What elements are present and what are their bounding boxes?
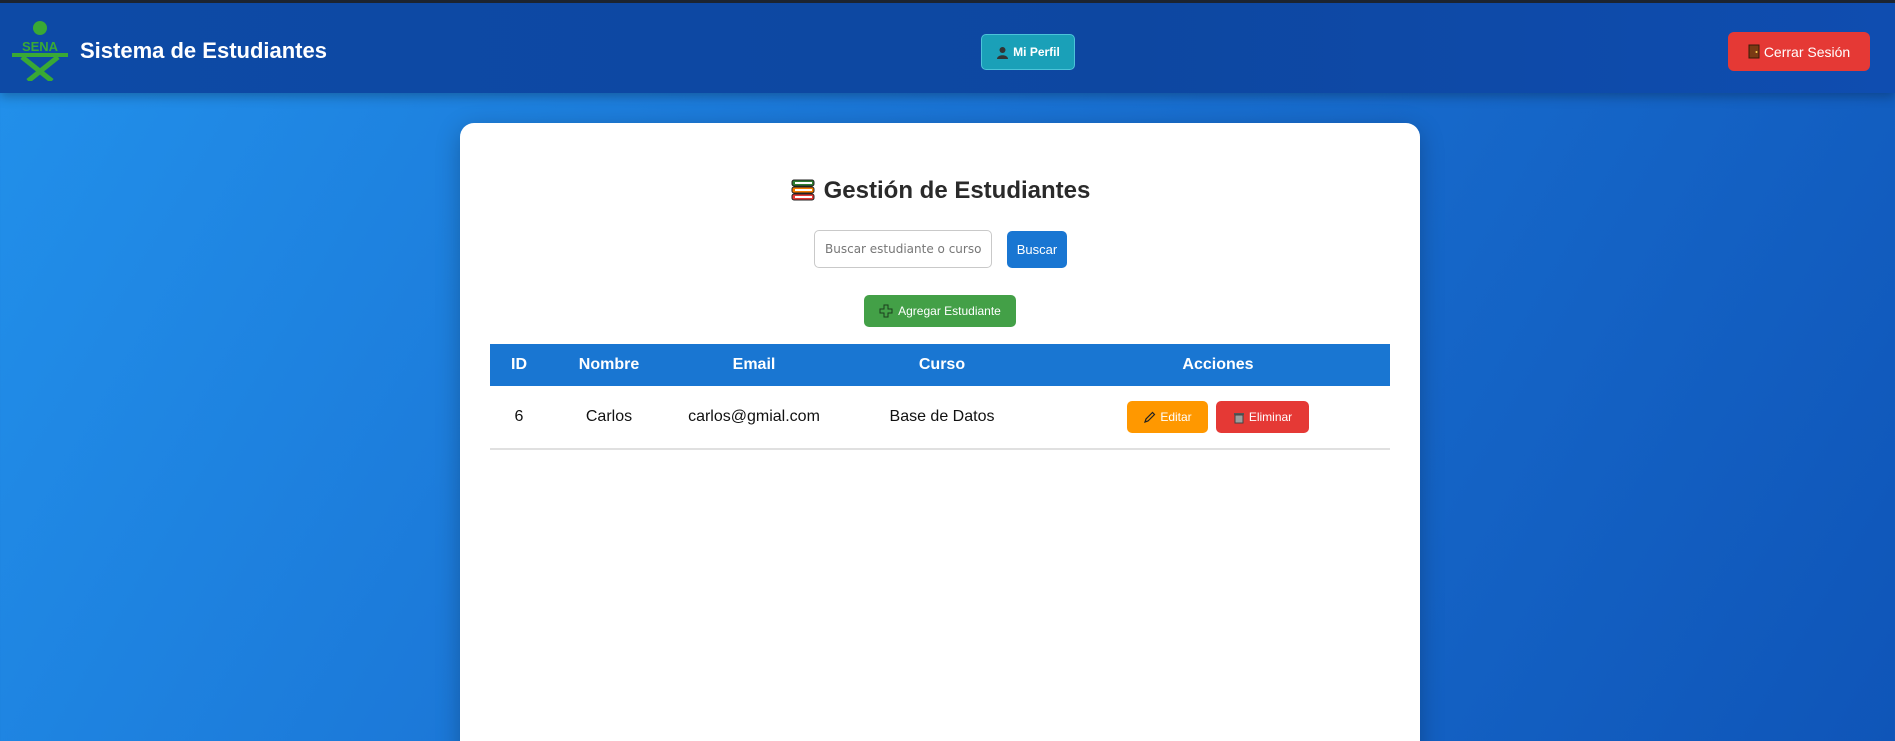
table-header-row: ID Nombre Email Curso Acciones bbox=[490, 344, 1390, 386]
search-input[interactable] bbox=[814, 230, 992, 268]
books-icon bbox=[791, 179, 815, 201]
edit-label: Editar bbox=[1160, 410, 1192, 424]
my-profile-label: Mi Perfil bbox=[1013, 45, 1060, 59]
add-student-label: Agregar Estudiante bbox=[898, 304, 1001, 318]
top-navbar: SENA Sistema de Estudiantes Mi Perfil Ce… bbox=[0, 0, 1895, 93]
cell-nombre: Carlos bbox=[585, 408, 633, 425]
my-profile-button[interactable]: Mi Perfil bbox=[981, 34, 1075, 70]
edit-button[interactable]: Editar bbox=[1127, 401, 1208, 433]
trash-icon bbox=[1233, 412, 1244, 423]
cell-actions: Editar Eliminar bbox=[1046, 386, 1390, 449]
cell-id: 6 bbox=[514, 408, 524, 425]
column-header-id: ID bbox=[511, 356, 527, 373]
pencil-icon bbox=[1144, 411, 1156, 423]
delete-button[interactable]: Eliminar bbox=[1216, 401, 1309, 433]
door-icon bbox=[1748, 44, 1760, 59]
svg-text:SENA: SENA bbox=[22, 39, 59, 54]
page-title-text: Gestión de Estudiantes bbox=[823, 177, 1091, 204]
search-button[interactable]: Buscar bbox=[1007, 231, 1067, 268]
add-student-button[interactable]: Agregar Estudiante bbox=[864, 295, 1016, 327]
person-icon bbox=[997, 46, 1009, 59]
page-title: Gestión de Estudiantes bbox=[460, 177, 1420, 205]
students-table: ID Nombre Email Curso Acciones 6 Carlos … bbox=[490, 344, 1390, 450]
cell-email: carlos@gmial.com bbox=[688, 408, 820, 425]
cell-curso: Base de Datos bbox=[889, 408, 995, 425]
sena-logo: SENA bbox=[12, 21, 68, 81]
column-header-nombre: Nombre bbox=[578, 356, 640, 373]
students-card: Gestión de Estudiantes Buscar Agregar Es… bbox=[460, 123, 1420, 741]
table-row: 6 Carlos carlos@gmial.com Base de Datos … bbox=[490, 386, 1390, 449]
app-title: Sistema de Estudiantes bbox=[80, 38, 327, 63]
plus-icon bbox=[879, 304, 893, 318]
column-header-email: Email bbox=[732, 356, 776, 373]
delete-label: Eliminar bbox=[1248, 410, 1293, 424]
logout-label: Cerrar Sesión bbox=[1763, 43, 1851, 60]
column-header-acciones: Acciones bbox=[1182, 356, 1254, 373]
logout-button[interactable]: Cerrar Sesión bbox=[1728, 32, 1870, 71]
column-header-curso: Curso bbox=[918, 356, 966, 373]
